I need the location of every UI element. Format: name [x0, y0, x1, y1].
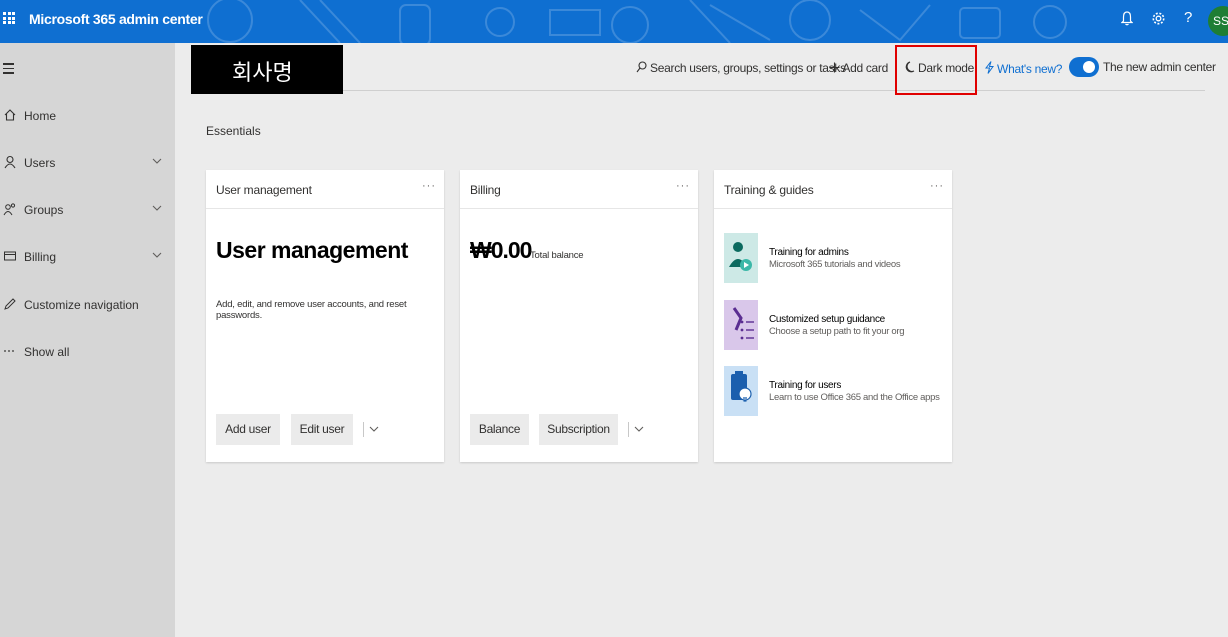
nav-item-label: Groups [24, 203, 64, 217]
card-header: User management ··· [206, 170, 444, 209]
card-title: Training & guides [724, 183, 814, 197]
customized-setup-guidance-item[interactable]: Customized setup guidance Choose a setup… [724, 300, 944, 350]
nav-item-home[interactable]: Home [0, 105, 175, 129]
nav-item-label: Billing [24, 250, 57, 264]
bell-icon[interactable] [1121, 11, 1133, 26]
user-training-icon [724, 366, 758, 416]
search-label: Search users, groups, settings or tasks [650, 61, 846, 75]
toggle-knob [1083, 61, 1095, 73]
avatar[interactable]: SS [1208, 6, 1228, 36]
billing-icon [4, 251, 16, 261]
card-title: User management [216, 183, 312, 197]
card-description: Add, edit, and remove user accounts, and… [216, 299, 407, 321]
training-for-admins-item[interactable]: Training for admins Microsoft 365 tutori… [724, 233, 944, 283]
button-separator [363, 422, 364, 437]
card-heading: User management [216, 237, 408, 263]
edit-user-button[interactable]: Edit user [291, 414, 353, 445]
nav-item-customize-navigation[interactable]: Customize navigation [0, 294, 175, 318]
top-bar: Microsoft 365 admin center ? SS [0, 0, 1228, 43]
nav-item-label: Customize navigation [24, 298, 139, 312]
chevron-down-icon[interactable] [634, 426, 644, 433]
total-balance-label: Total balance [530, 250, 584, 261]
training-guides-card: Training & guides ··· Training for admin… [714, 170, 952, 462]
search-button[interactable]: Search users, groups, settings or tasks [636, 61, 846, 75]
new-admin-center-toggle[interactable] [1069, 57, 1099, 77]
hamburger-menu-icon[interactable] [3, 63, 14, 77]
total-balance-amount: ₩0.00 [470, 237, 532, 263]
guide-title: Training for admins [769, 247, 849, 258]
chevron-down-icon[interactable] [152, 252, 162, 259]
nav-item-users[interactable]: Users [0, 152, 175, 176]
plus-icon [829, 62, 840, 73]
whats-new-label: What's new? [997, 62, 1063, 76]
nav-item-label: Home [24, 109, 57, 123]
user-icon [4, 155, 16, 169]
admin-training-icon [724, 233, 758, 283]
company-name-banner: 회사명 [191, 45, 343, 94]
billing-card: Billing ··· ₩0.00 Total balance Balance … [460, 170, 698, 462]
essentials-heading: Essentials [206, 124, 261, 138]
gear-icon[interactable] [1151, 11, 1166, 26]
groups-icon [3, 203, 16, 216]
app-launcher-icon[interactable] [3, 12, 15, 24]
more-options-icon[interactable]: ··· [676, 180, 690, 192]
help-icon[interactable]: ? [1184, 9, 1192, 26]
guide-title: Customized setup guidance [769, 314, 885, 325]
ellipsis-icon [4, 350, 14, 352]
user-management-card: User management ··· User management Add,… [206, 170, 444, 462]
add-card-button[interactable]: Add card [829, 61, 888, 75]
more-options-icon[interactable]: ··· [422, 180, 436, 192]
nav-item-show-all[interactable]: Show all [0, 341, 175, 365]
more-options-icon[interactable]: ··· [930, 180, 944, 192]
chevron-down-icon[interactable] [152, 205, 162, 212]
chevron-down-icon[interactable] [369, 426, 379, 433]
training-for-users-item[interactable]: Training for users Learn to use Office 3… [724, 366, 944, 416]
card-title: Billing [470, 183, 501, 197]
left-navigation: Home Users Groups Billing Customize navi… [0, 43, 175, 637]
nav-item-groups[interactable]: Groups [0, 199, 175, 223]
balance-button[interactable]: Balance [470, 414, 529, 445]
new-admin-center-label: The new admin center [1103, 60, 1216, 74]
card-header: Training & guides ··· [714, 170, 952, 209]
guide-subtitle: Choose a setup path to fit your org [769, 326, 905, 337]
guide-title: Training for users [769, 380, 842, 391]
card-header: Billing ··· [460, 170, 698, 209]
pencil-icon [4, 298, 16, 310]
setup-guidance-icon [724, 300, 758, 350]
guide-subtitle: Learn to use Office 365 and the Office a… [769, 392, 940, 403]
add-card-label: Add card [842, 61, 889, 75]
chevron-down-icon[interactable] [152, 158, 162, 165]
whats-new-link[interactable]: What's new? [984, 61, 1063, 76]
nav-item-label: Show all [24, 345, 70, 359]
lightning-icon [984, 61, 994, 74]
subscription-button[interactable]: Subscription [539, 414, 618, 445]
command-bar-divider [343, 90, 1205, 91]
nav-item-billing[interactable]: Billing [0, 246, 175, 270]
add-user-button[interactable]: Add user [216, 414, 280, 445]
nav-item-label: Users [24, 156, 56, 170]
dark-mode-highlight-box [895, 45, 977, 95]
guide-subtitle: Microsoft 365 tutorials and videos [769, 259, 901, 270]
header-background-pattern [207, 0, 1067, 43]
button-separator [628, 422, 629, 437]
home-icon [4, 109, 16, 121]
search-icon [636, 61, 647, 73]
